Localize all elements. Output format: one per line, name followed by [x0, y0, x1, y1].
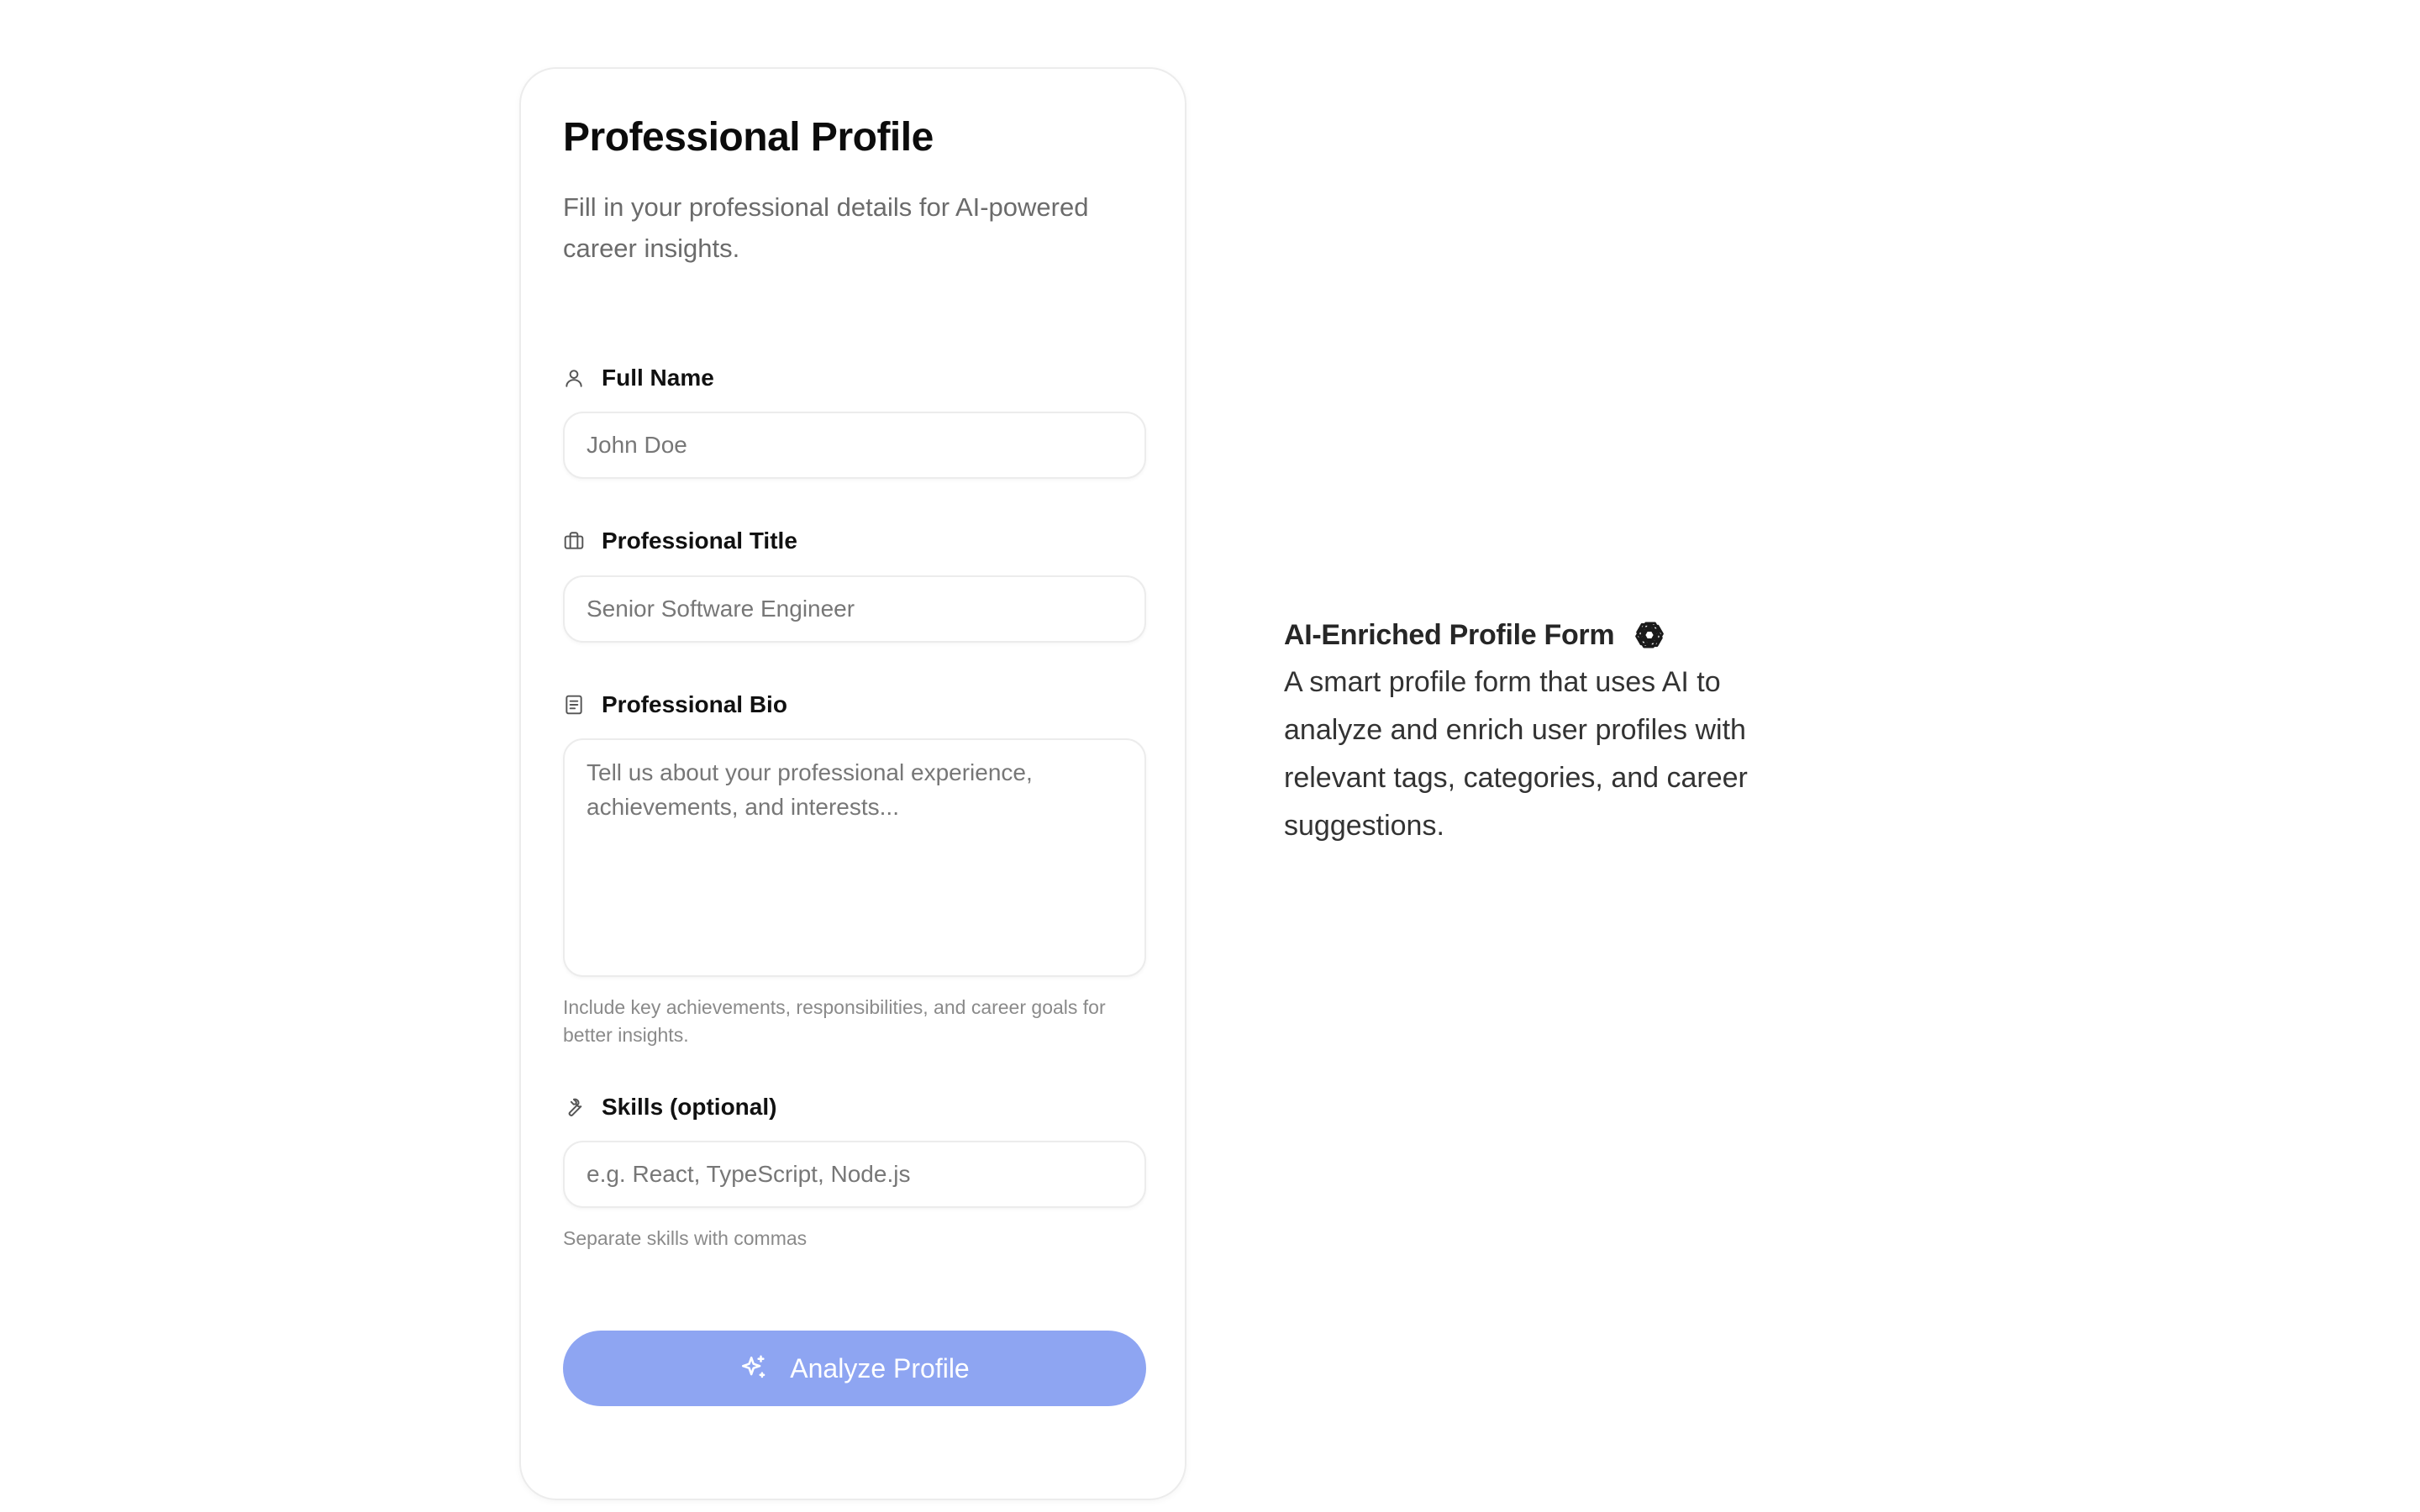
document-icon	[563, 694, 585, 716]
form-subtitle: Fill in your professional details for AI…	[563, 192, 1089, 263]
professional-bio-label: Professional Bio	[602, 691, 787, 717]
analyze-profile-button-label: Analyze Profile	[790, 1352, 970, 1383]
skills-label: Skills (optional)	[602, 1094, 777, 1120]
full-name-input[interactable]	[563, 412, 1146, 479]
professional-bio-label-row: Professional Bio	[563, 691, 787, 718]
analyze-profile-button[interactable]: Analyze Profile	[563, 1331, 1146, 1406]
info-panel: AI-Enriched Profile Form A smart profile…	[1284, 613, 1822, 850]
skills-input[interactable]	[563, 1141, 1146, 1208]
professional-title-label: Professional Title	[602, 528, 797, 554]
info-panel-description: A smart profile form that uses AI to ana…	[1284, 666, 1748, 842]
profile-form-card: Professional Profile Fill in your profes…	[519, 67, 1186, 1500]
info-panel-header: AI-Enriched Profile Form	[1284, 613, 1822, 657]
wrench-icon	[563, 1096, 585, 1118]
info-panel-title: AI-Enriched Profile Form	[1284, 618, 1615, 651]
full-name-label-row: Full Name	[563, 365, 714, 391]
user-icon	[563, 367, 585, 389]
form-title: Professional Profile	[563, 115, 934, 160]
skills-hint: Separate skills with commas	[563, 1227, 808, 1249]
professional-title-input[interactable]	[563, 575, 1146, 643]
professional-bio-textarea[interactable]	[563, 738, 1146, 977]
full-name-label: Full Name	[602, 365, 714, 391]
skills-label-row: Skills (optional)	[563, 1094, 776, 1121]
bio-hint: Include key achievements, responsibiliti…	[563, 996, 1106, 1046]
briefcase-icon	[563, 530, 585, 552]
sparkles-icon	[739, 1354, 768, 1383]
professional-title-label-row: Professional Title	[563, 528, 797, 554]
openai-logo-icon	[1628, 613, 1671, 657]
